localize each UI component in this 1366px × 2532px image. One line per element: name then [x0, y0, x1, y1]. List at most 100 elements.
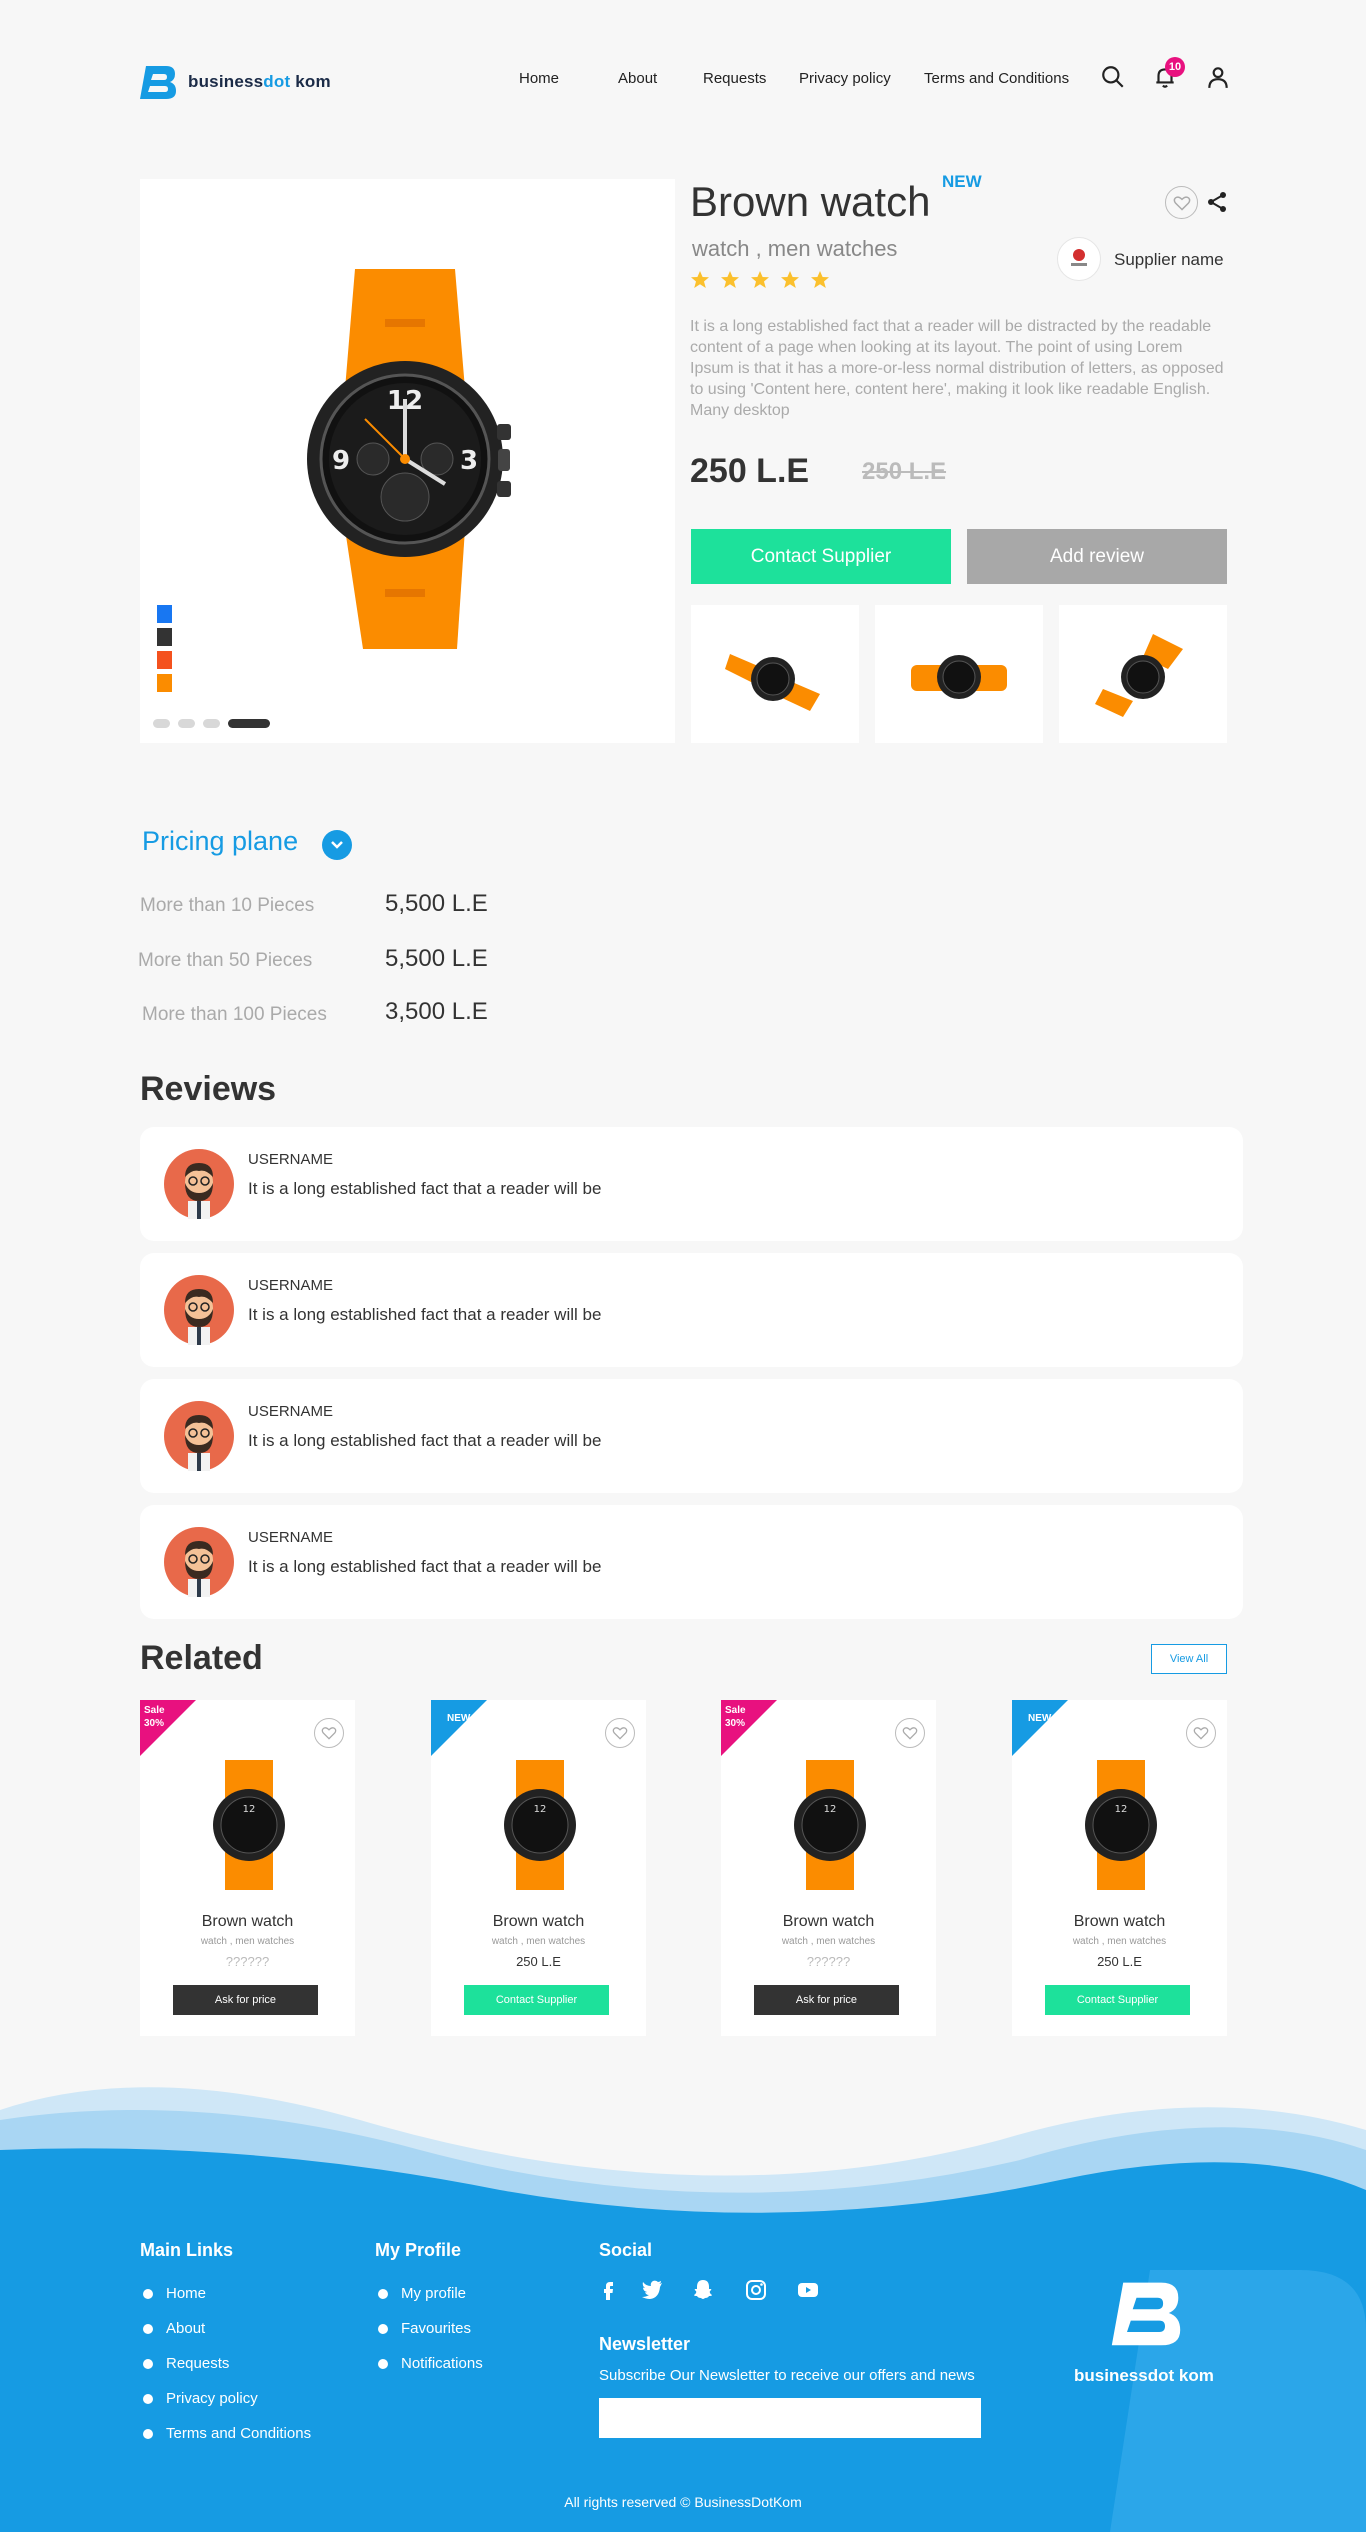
favorite-button[interactable] — [895, 1718, 925, 1748]
favorite-button[interactable] — [1165, 186, 1198, 219]
supplier-name[interactable]: Supplier name — [1114, 250, 1224, 270]
nav-about[interactable]: About — [618, 70, 657, 87]
svg-text:12: 12 — [824, 1804, 837, 1815]
favorite-button[interactable] — [314, 1718, 344, 1748]
ask-for-price-button[interactable]: Ask for price — [754, 1985, 899, 2015]
review-card: USERNAME It is a long established fact t… — [140, 1127, 1243, 1241]
footer-link-notifications[interactable]: Notifications — [377, 2355, 483, 2372]
footer-logo-text: businessdot kom — [1074, 2366, 1214, 2385]
product-image: 12 — [1085, 1760, 1157, 1890]
footer-social-title: Social — [599, 2240, 653, 2260]
color-swatch-orange[interactable] — [157, 674, 172, 692]
svg-text:12: 12 — [534, 1804, 547, 1815]
view-all-button[interactable]: View All — [1151, 1644, 1227, 1674]
product-category: watch , men watches — [200, 1936, 295, 1947]
instagram-icon[interactable] — [744, 2278, 768, 2302]
gallery-thumbnail[interactable] — [691, 605, 859, 743]
related-heading: Related — [140, 1639, 263, 1677]
new-ribbon-label: NEW — [1028, 1713, 1052, 1724]
gallery-thumbnail[interactable] — [875, 605, 1043, 743]
nav-requests[interactable]: Requests — [703, 70, 766, 87]
pricing-row-label: More than 10 Pieces — [140, 895, 315, 916]
related-product-card[interactable]: Sale 30% 12 Brown watch watch , men watch… — [721, 1700, 936, 2036]
related-product-card[interactable]: NEW 12 Brown watch watch , men watches 2… — [1012, 1700, 1227, 2036]
pricing-plan-title[interactable]: Pricing plane — [142, 826, 298, 857]
gallery-dot[interactable] — [153, 719, 170, 728]
new-ribbon — [1012, 1700, 1068, 1756]
newsletter-description: Subscribe Our Newsletter to receive our … — [599, 2367, 975, 2384]
review-text: It is a long established fact that a rea… — [248, 1557, 602, 1576]
nav-privacy-policy[interactable]: Privacy policy — [799, 70, 891, 87]
copyright-text: All rights reserved © BusinessDotKom — [564, 2494, 802, 2510]
footer-link-terms[interactable]: Terms and Conditions — [142, 2425, 311, 2442]
product-image: 12 — [504, 1760, 576, 1890]
contact-supplier-button[interactable]: Contact Supplier — [691, 529, 951, 584]
watch-image: 12 9 3 — [307, 269, 511, 649]
product-price: 250 L.E — [516, 1954, 561, 1969]
product-image: 12 — [794, 1760, 866, 1890]
bullet-icon — [378, 2358, 388, 2369]
review-text: It is a long established fact that a rea… — [248, 1179, 602, 1198]
twitter-icon[interactable] — [640, 2278, 664, 2302]
share-icon[interactable] — [1205, 190, 1229, 214]
favorite-button[interactable] — [1186, 1718, 1216, 1748]
related-product-card[interactable]: NEW 12 Brown watch watch , men watches 2… — [431, 1700, 646, 2036]
footer-link-my-profile[interactable]: My profile — [377, 2285, 466, 2302]
product-main-image: 12 9 3 — [140, 179, 675, 743]
pricing-row-value: 5,500 L.E — [385, 890, 488, 917]
gallery-dot-active[interactable] — [228, 719, 270, 728]
footer-link-home[interactable]: Home — [142, 2285, 206, 2302]
avatar — [164, 1149, 234, 1219]
user-icon[interactable] — [1205, 64, 1231, 90]
gallery-dot[interactable] — [203, 719, 220, 728]
contact-supplier-button[interactable]: Contact Supplier — [464, 1985, 609, 2015]
footer-link-about[interactable]: About — [142, 2320, 205, 2337]
youtube-icon[interactable] — [796, 2278, 820, 2302]
facebook-icon[interactable] — [596, 2278, 620, 2302]
sale-ribbon-label: Sale 30% — [144, 1705, 165, 1729]
new-badge: NEW — [942, 172, 982, 191]
snapchat-icon[interactable] — [691, 2278, 715, 2302]
newsletter-email-input[interactable] — [599, 2398, 981, 2438]
heart-icon — [1193, 1727, 1209, 1740]
review-card: USERNAME It is a long established fact t… — [140, 1505, 1243, 1619]
product-price: ?????? — [225, 1954, 270, 1969]
product-title: Brown watch — [690, 178, 931, 225]
bullet-icon — [143, 2288, 153, 2299]
svg-text:9: 9 — [332, 446, 350, 476]
nav-home[interactable]: Home — [519, 70, 559, 87]
related-product-card[interactable]: Sale 30% 12 Brown watch watch , men watch… — [140, 1700, 355, 2036]
gallery-dot[interactable] — [178, 719, 195, 728]
product-category: watch , men watches — [781, 1936, 876, 1947]
color-swatch-red-orange[interactable] — [157, 651, 172, 669]
contact-supplier-button[interactable]: Contact Supplier — [1045, 1985, 1190, 2015]
notification-badge: 10 — [1165, 57, 1185, 77]
bullet-icon — [143, 2358, 153, 2369]
heart-icon — [1173, 195, 1190, 211]
rating-stars — [690, 270, 830, 290]
add-review-button[interactable]: Add review — [967, 529, 1227, 584]
search-icon[interactable] — [1100, 64, 1126, 90]
review-text: It is a long established fact that a rea… — [248, 1431, 602, 1450]
bullet-icon — [143, 2393, 153, 2404]
reviews-heading: Reviews — [140, 1070, 277, 1108]
product-description: It is a long established fact that a rea… — [690, 318, 1224, 419]
favorite-button[interactable] — [605, 1718, 635, 1748]
pricing-row-value: 3,500 L.E — [385, 998, 488, 1025]
footer-link-requests[interactable]: Requests — [142, 2355, 229, 2372]
footer-link-favourites[interactable]: Favourites — [377, 2320, 471, 2337]
footer-link-privacy-policy[interactable]: Privacy policy — [142, 2390, 258, 2407]
review-card: USERNAME It is a long established fact t… — [140, 1379, 1243, 1493]
heart-icon — [902, 1727, 918, 1740]
sale-ribbon-label: Sale 30% — [725, 1705, 746, 1729]
ask-for-price-button[interactable]: Ask for price — [173, 1985, 318, 2015]
color-swatch-black[interactable] — [157, 628, 172, 646]
review-username: USERNAME — [248, 1529, 334, 1546]
pricing-toggle[interactable] — [322, 830, 352, 860]
footer-profile-title: My Profile — [375, 2240, 462, 2260]
supplier-logo[interactable] — [1057, 237, 1101, 281]
color-swatch-blue[interactable] — [157, 605, 172, 623]
nav-terms-and-conditions[interactable]: Terms and Conditions — [924, 70, 1069, 87]
gallery-thumbnail[interactable] — [1059, 605, 1227, 743]
footer-newsletter-title: Newsletter — [599, 2334, 691, 2354]
